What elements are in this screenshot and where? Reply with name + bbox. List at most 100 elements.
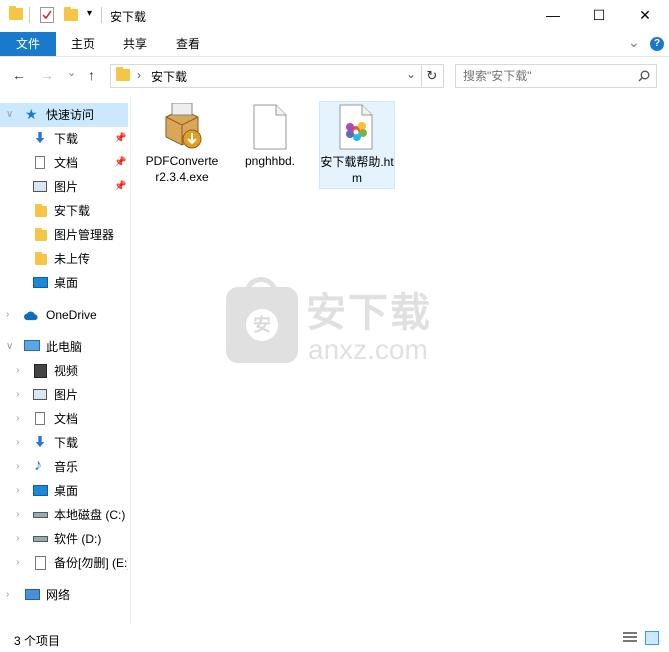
sidebar-item-drive-d[interactable]: › 软件 (D:) xyxy=(0,527,128,551)
chevron-down-icon[interactable]: ∨ xyxy=(6,335,13,359)
pin-icon[interactable]: 📌 xyxy=(114,175,126,199)
divider xyxy=(101,7,102,23)
chevron-right-icon[interactable]: › xyxy=(16,407,19,431)
document-icon xyxy=(35,412,45,425)
watermark-cn-text: 安下载 xyxy=(306,291,432,335)
back-button[interactable]: ← xyxy=(12,67,26,83)
chevron-right-icon[interactable]: › xyxy=(16,479,19,503)
pin-icon[interactable]: 📌 xyxy=(114,151,126,175)
sidebar-item-label: 桌面 xyxy=(54,484,79,498)
sidebar-item-pictures[interactable]: 图片 📌 xyxy=(0,175,128,199)
sidebar-item-label: 备份[勿删] (E:) xyxy=(54,556,128,570)
chevron-right-icon[interactable]: › xyxy=(6,583,9,607)
address-bar[interactable]: › 安下载 ⌄ xyxy=(110,64,422,88)
chevron-right-icon[interactable]: › xyxy=(16,527,19,551)
chevron-right-icon[interactable]: › xyxy=(6,303,9,327)
document-icon xyxy=(35,156,45,169)
sidebar-item-network[interactable]: › 网络 xyxy=(0,583,128,607)
details-view-icon[interactable] xyxy=(623,632,637,644)
chevron-right-icon[interactable]: › xyxy=(16,359,19,383)
sidebar-item-drive-c[interactable]: › 本地磁盘 (C:) xyxy=(0,503,128,527)
sidebar-item-music[interactable]: › ♪ 音乐 xyxy=(0,455,128,479)
sidebar-item-label: 视频 xyxy=(54,364,79,378)
maximize-button[interactable]: ☐ xyxy=(576,0,622,30)
tab-home[interactable]: 主页 xyxy=(60,32,106,56)
chevron-right-icon[interactable]: › xyxy=(16,455,19,479)
pin-icon[interactable]: 📌 xyxy=(114,127,126,151)
sidebar-item-pc-downloads[interactable]: › 下载 xyxy=(0,431,128,455)
file-name[interactable]: pnghhbd. xyxy=(233,153,307,169)
video-icon xyxy=(34,364,47,378)
search-input[interactable] xyxy=(463,65,623,87)
sidebar-item-label: 音乐 xyxy=(54,460,79,474)
properties-icon[interactable] xyxy=(40,7,54,23)
breadcrumb-separator[interactable]: › xyxy=(137,68,141,82)
sidebar-item-desktop[interactable]: 桌面 xyxy=(0,271,128,295)
item-count: 3 个项目 xyxy=(14,634,61,648)
sidebar-item-pc-pictures[interactable]: › 图片 xyxy=(0,383,128,407)
file-name[interactable]: 安下载帮助.htm xyxy=(320,154,394,186)
sidebar-item-label: 图片 xyxy=(54,180,79,194)
sidebar-item-downloads[interactable]: 下载 📌 xyxy=(0,127,128,151)
desktop-icon xyxy=(33,277,48,288)
new-folder-icon[interactable] xyxy=(64,7,78,21)
sidebar-item-label: 网络 xyxy=(46,588,71,602)
tab-view[interactable]: 查看 xyxy=(165,32,211,56)
sidebar-item-picture-manager[interactable]: 图片管理器 xyxy=(0,223,128,247)
address-dropdown-icon[interactable]: ⌄ xyxy=(406,67,416,81)
help-icon[interactable]: ? xyxy=(650,37,664,51)
sidebar-item-quick-access[interactable]: ∨ ★ 快速访问 xyxy=(0,103,128,127)
chevron-down-icon[interactable]: ∨ xyxy=(6,103,13,127)
sidebar-item-this-pc[interactable]: ∨ 此电脑 xyxy=(0,335,128,359)
picture-icon xyxy=(33,181,47,192)
sidebar-item-videos[interactable]: › 视频 xyxy=(0,359,128,383)
tab-file[interactable]: 文件 xyxy=(0,32,56,56)
window-title: 安下载 xyxy=(110,10,147,24)
file-item[interactable]: pnghhbd. xyxy=(233,101,307,187)
file-name[interactable]: PDFConverter2.3.4.exe xyxy=(145,153,219,185)
computer-icon xyxy=(24,340,40,351)
large-icons-view-icon[interactable] xyxy=(645,631,659,645)
search-box[interactable] xyxy=(455,64,657,88)
ribbon-tabs: 文件 主页 共享 查看 ⌄ ? xyxy=(0,32,669,57)
sidebar-item-label: 图片 xyxy=(54,388,79,402)
breadcrumb[interactable]: 安下载 xyxy=(151,68,187,85)
sidebar-item-onedrive[interactable]: › OneDrive xyxy=(0,303,128,327)
chevron-right-icon[interactable]: › xyxy=(16,383,19,407)
download-arrow-icon xyxy=(35,436,45,448)
sidebar-item-label: 软件 (D:) xyxy=(54,532,102,546)
pane-divider[interactable] xyxy=(130,95,131,625)
chevron-right-icon[interactable]: › xyxy=(16,503,19,527)
htm-file-icon xyxy=(339,104,373,150)
sidebar-item-drive-e[interactable]: › 备份[勿删] (E:) xyxy=(0,551,128,575)
network-icon xyxy=(25,589,40,600)
chevron-right-icon[interactable]: › xyxy=(16,551,19,575)
recent-locations-button[interactable]: ⌄ xyxy=(67,66,76,79)
minimize-button[interactable]: — xyxy=(530,0,576,30)
search-icon[interactable] xyxy=(638,70,650,82)
forward-button[interactable]: → xyxy=(40,67,54,83)
sidebar-item-label: 快速访问 xyxy=(46,108,95,122)
watermark-en-text: anxz.com xyxy=(308,334,428,365)
folder-icon xyxy=(35,252,47,265)
refresh-button[interactable]: ↻ xyxy=(421,64,444,88)
sidebar-item-documents[interactable]: 文档 📌 xyxy=(0,151,128,175)
expand-ribbon-icon[interactable]: ⌄ xyxy=(628,34,640,51)
drive-icon xyxy=(35,556,46,570)
file-item-selected[interactable]: 安下载帮助.htm xyxy=(319,101,395,189)
navigation-pane: ∨ ★ 快速访问 下载 📌 文档 📌 图片 📌 安下载 图片管理器 未上传 桌面… xyxy=(0,95,130,625)
customize-toolbar-icon[interactable]: ▾ xyxy=(87,8,92,19)
up-button[interactable]: ↑ xyxy=(88,67,95,83)
close-button[interactable]: ✕ xyxy=(622,0,668,30)
sidebar-item-not-uploaded[interactable]: 未上传 xyxy=(0,247,128,271)
watermark: 安 安下载 anxz.com xyxy=(226,277,446,367)
star-icon: ★ xyxy=(25,106,38,122)
sidebar-item-pc-documents[interactable]: › 文档 xyxy=(0,407,128,431)
installer-icon xyxy=(165,103,202,149)
tab-share[interactable]: 共享 xyxy=(112,32,158,56)
sidebar-item-pc-desktop[interactable]: › 桌面 xyxy=(0,479,128,503)
file-item[interactable]: PDFConverter2.3.4.exe xyxy=(145,101,219,187)
sidebar-item-label: 桌面 xyxy=(54,276,79,290)
chevron-right-icon[interactable]: › xyxy=(16,431,19,455)
sidebar-item-anxz-folder[interactable]: 安下载 xyxy=(0,199,128,223)
